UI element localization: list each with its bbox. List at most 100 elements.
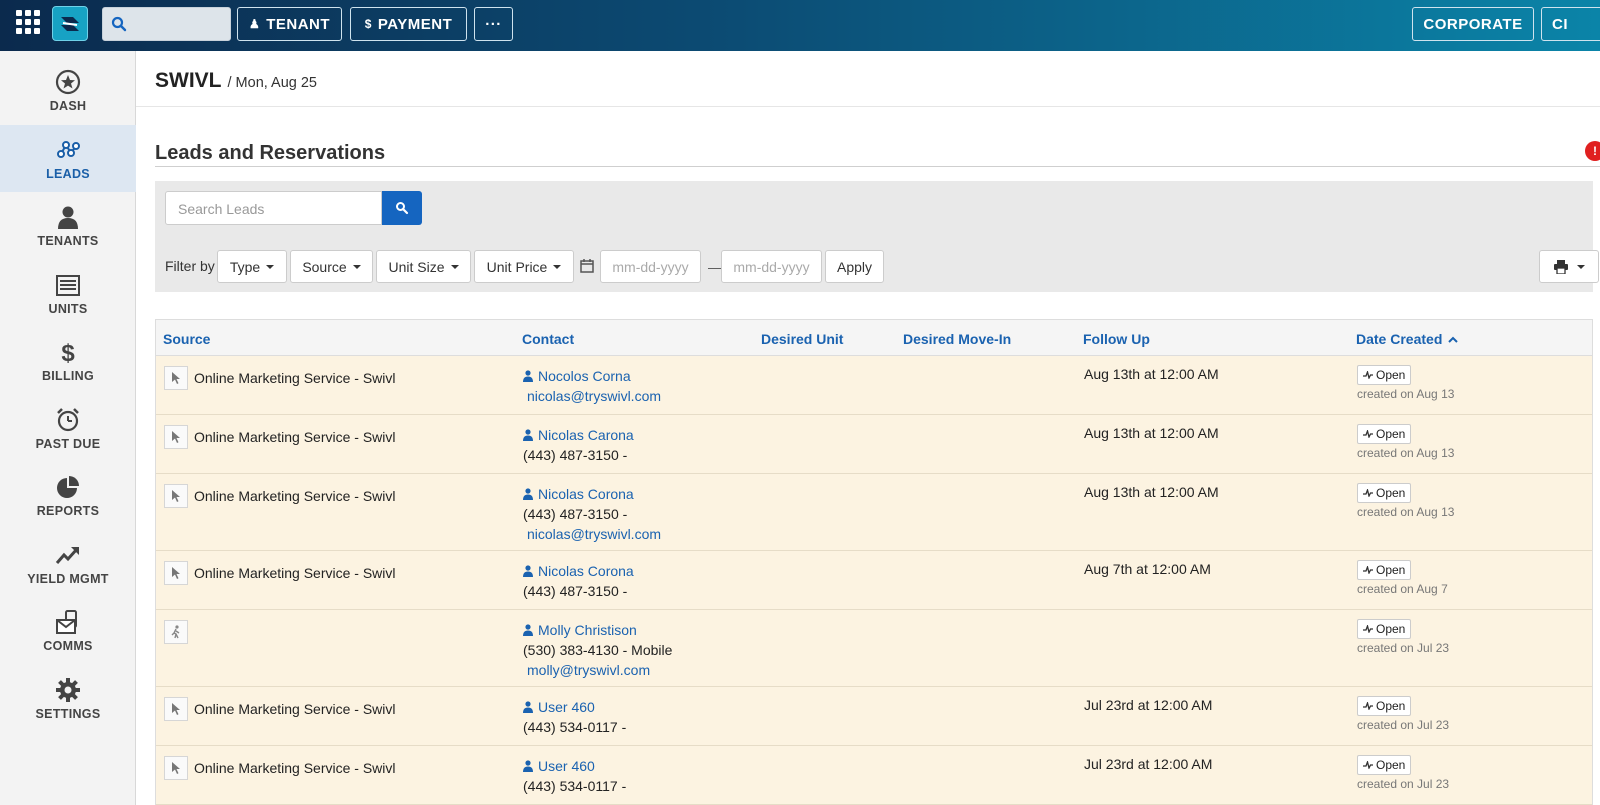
status-open-button[interactable]: Open xyxy=(1357,365,1412,385)
person-icon xyxy=(58,206,78,229)
contact-name-link[interactable]: Molly Christison xyxy=(523,620,672,640)
apply-button[interactable]: Apply xyxy=(825,250,884,283)
svg-text:$: $ xyxy=(61,340,75,365)
status-pulse-icon xyxy=(1363,625,1373,633)
contact-name-link[interactable]: Nicolas Corona xyxy=(523,561,634,581)
gear-icon xyxy=(56,677,80,702)
table-row[interactable]: Online Marketing Service - Swivl Nicolas … xyxy=(156,474,1592,551)
sidebar-item-label: BILLING xyxy=(41,368,95,383)
date-to-input[interactable]: mm-dd-yyyy xyxy=(721,250,822,283)
unit-price-filter-label: Unit Price xyxy=(486,258,548,275)
type-filter-dropdown[interactable]: Type xyxy=(217,250,287,283)
add-tenant-button[interactable]: ♟ TENANT xyxy=(237,7,342,41)
status-pulse-icon xyxy=(1363,489,1373,497)
search-leads-button[interactable] xyxy=(382,191,422,225)
filter-by-label: Filter by xyxy=(165,258,215,274)
person-icon xyxy=(523,429,533,441)
sidebar-item-leads[interactable]: LEADS xyxy=(0,125,136,192)
table-row[interactable]: Online Marketing Service - Swivl User 460… xyxy=(156,746,1592,805)
apps-grid-icon[interactable] xyxy=(16,10,40,34)
contact-email-link[interactable]: nicolas@tryswivl.com xyxy=(523,386,661,406)
unit-price-filter-dropdown[interactable]: Unit Price xyxy=(474,250,574,283)
payment-label: PAYMENT xyxy=(377,15,453,33)
contact-name-link[interactable]: Nicolas Corona xyxy=(523,484,661,504)
sidebar-item-label: DASH xyxy=(49,98,87,113)
unit-size-filter-label: Unit Size xyxy=(388,258,445,275)
page-title: Leads and Reservations xyxy=(155,142,386,164)
sidebar-item-tenants[interactable]: TENANTS xyxy=(0,192,136,259)
leads-table: Source Contact Desired Unit Desired Move… xyxy=(155,319,1593,805)
type-filter-label: Type xyxy=(229,258,261,275)
table-row[interactable]: Molly Christison (530) 383-4130 - Mobile m… xyxy=(156,610,1592,687)
unit-size-filter-dropdown[interactable]: Unit Size xyxy=(376,250,471,283)
payment-button[interactable]: $ PAYMENT xyxy=(350,7,467,41)
contact-name: User 460 xyxy=(538,758,595,774)
contact-phone: (443) 534-0117 - xyxy=(523,778,627,794)
corporate-button[interactable]: CORPORATE xyxy=(1412,7,1534,41)
contact-name-link[interactable]: User 460 xyxy=(523,756,626,776)
status-label: Open xyxy=(1376,563,1406,577)
star-icon xyxy=(55,69,81,94)
column-contact[interactable]: Contact xyxy=(522,331,574,347)
global-search-input[interactable] xyxy=(102,7,231,41)
contact-name: Nicolas Corona xyxy=(538,563,634,579)
person-icon xyxy=(523,370,533,382)
contact-name: Nocolos Corna xyxy=(538,368,631,384)
follow-up-date: Aug 13th at 12:00 AM xyxy=(1084,425,1219,441)
cursor-icon xyxy=(172,490,180,502)
truncated-button[interactable]: CI xyxy=(1541,7,1600,41)
sidebar-item-billing[interactable]: $ BILLING xyxy=(0,327,136,394)
source-filter-dropdown[interactable]: Source xyxy=(290,250,373,283)
column-desired-move-in[interactable]: Desired Move-In xyxy=(903,331,1011,347)
column-source[interactable]: Source xyxy=(163,331,210,347)
app-logo[interactable] xyxy=(52,6,88,41)
more-button[interactable]: ··· xyxy=(474,7,513,41)
table-row[interactable]: Online Marketing Service - Swivl Nicolas … xyxy=(156,415,1592,474)
sidebar-item-past-due[interactable]: PAST DUE xyxy=(0,395,136,462)
contact-phone: (443) 487-3150 - xyxy=(523,447,628,463)
dollar-icon: $ xyxy=(61,340,75,365)
table-row[interactable]: Online Marketing Service - Swivl Nicolas … xyxy=(156,551,1592,610)
contact-name-link[interactable]: Nicolas Carona xyxy=(523,425,634,445)
status-open-button[interactable]: Open xyxy=(1357,560,1412,580)
sidebar-item-reports[interactable]: REPORTS xyxy=(0,462,136,529)
sidebar-item-comms[interactable]: COMMS xyxy=(0,597,136,664)
sidebar-item-yield-mgmt[interactable]: YIELD MGMT xyxy=(0,530,136,597)
column-follow-up[interactable]: Follow Up xyxy=(1083,331,1150,347)
sidebar-item-dash[interactable]: DASH xyxy=(0,57,136,124)
truncated-label: CI xyxy=(1552,15,1568,33)
search-leads-input[interactable]: Search Leads xyxy=(165,191,382,225)
status-open-button[interactable]: Open xyxy=(1357,755,1412,775)
main-content: SWIVL / Mon, Aug 25 Leads and Reservatio… xyxy=(136,51,1600,805)
created-on-text: created on Aug 13 xyxy=(1357,446,1455,460)
contact-email-link[interactable]: molly@tryswivl.com xyxy=(523,660,672,680)
contact-email-link[interactable]: nicolas@tryswivl.com xyxy=(523,524,661,544)
column-desired-unit[interactable]: Desired Unit xyxy=(761,331,843,347)
status-open-button[interactable]: Open xyxy=(1357,424,1412,444)
sidebar-item-units[interactable]: UNITS xyxy=(0,260,136,327)
notification-badge[interactable]: ! xyxy=(1585,141,1600,161)
print-dropdown-button[interactable] xyxy=(1539,250,1599,283)
column-date-created-label: Date Created xyxy=(1356,331,1443,347)
date-created-cell: Open created on Jul 23 xyxy=(1357,619,1449,655)
date-created-cell: Open created on Jul 23 xyxy=(1357,755,1449,791)
person-icon xyxy=(523,565,533,577)
status-pulse-icon xyxy=(1363,371,1373,379)
search-icon xyxy=(111,16,127,32)
sidebar-item-label: REPORTS xyxy=(36,503,100,518)
status-open-button[interactable]: Open xyxy=(1357,483,1412,503)
table-row[interactable]: Online Marketing Service - Swivl User 460… xyxy=(156,687,1592,746)
sidebar-item-label: UNITS xyxy=(48,301,88,316)
contact-name-link[interactable]: Nocolos Corna xyxy=(523,366,661,386)
contact-name-link[interactable]: User 460 xyxy=(523,697,626,717)
status-open-button[interactable]: Open xyxy=(1357,696,1412,716)
sidebar-item-settings[interactable]: SETTINGS xyxy=(0,665,136,732)
status-open-button[interactable]: Open xyxy=(1357,619,1412,639)
top-bar: ♟ TENANT $ PAYMENT ··· CORPORATE CI xyxy=(0,0,1600,51)
date-from-input[interactable]: mm-dd-yyyy xyxy=(600,250,701,283)
table-row[interactable]: Online Marketing Service - Swivl Nocolos … xyxy=(156,356,1592,415)
sort-ascending-icon xyxy=(1448,336,1459,343)
printer-icon xyxy=(1554,259,1568,274)
column-date-created[interactable]: Date Created xyxy=(1356,331,1459,347)
person-icon xyxy=(523,488,533,500)
